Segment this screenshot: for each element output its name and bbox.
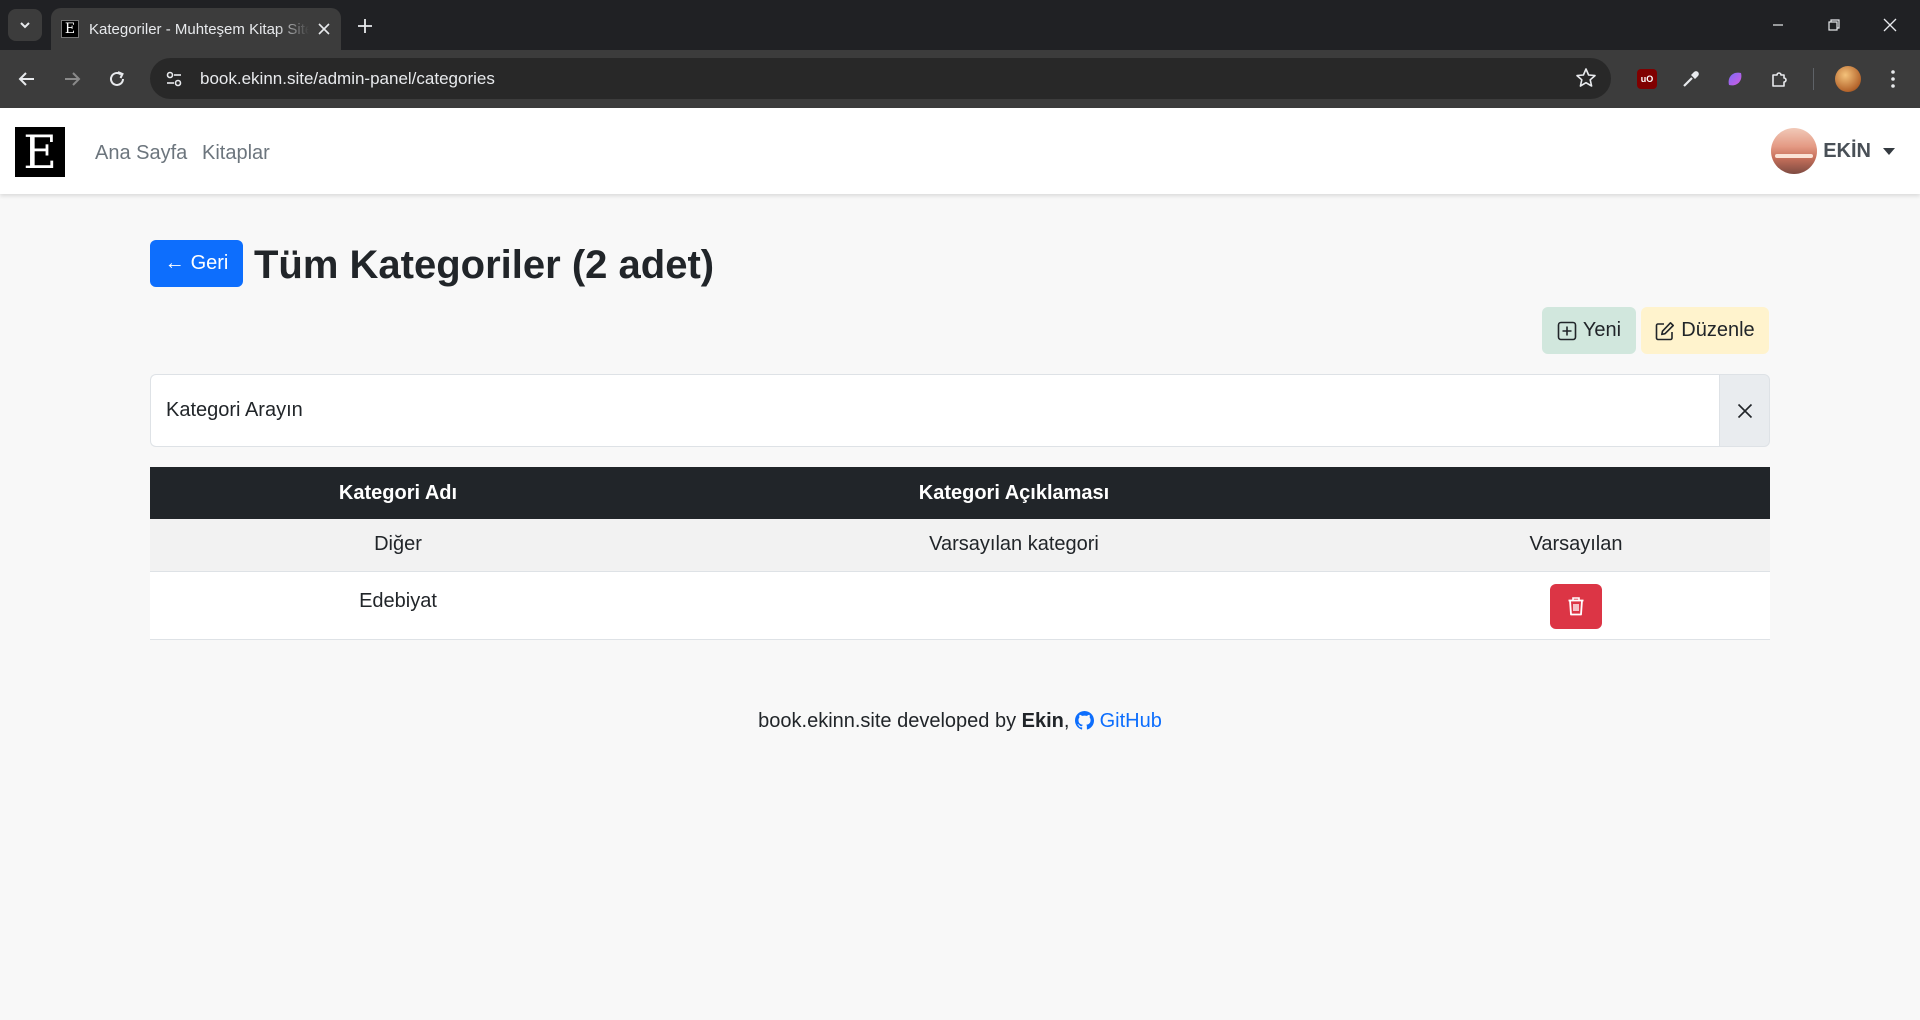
- star-icon[interactable]: [1575, 67, 1597, 89]
- address-bar[interactable]: book.ekinn.site/admin-panel/categories: [150, 58, 1611, 99]
- search-input[interactable]: [150, 374, 1719, 447]
- search-clear-button[interactable]: [1719, 374, 1770, 447]
- restore-button[interactable]: [1806, 0, 1862, 50]
- chevron-down-icon: [20, 22, 30, 29]
- toolbar-separator: [1813, 68, 1814, 90]
- restore-icon: [1828, 19, 1840, 31]
- footer-author: Ekin: [1021, 710, 1064, 732]
- footer-text: book.ekinn.site developed by: [758, 710, 1022, 732]
- plus-square-icon: [1557, 321, 1577, 340]
- user-menu-toggle[interactable]: EKİN: [1771, 128, 1895, 174]
- column-header-name: Kategori Adı: [150, 467, 646, 519]
- browser-menu-button[interactable]: [1878, 64, 1908, 94]
- more-vertical-icon: [1891, 70, 1895, 88]
- back-nav-button[interactable]: [11, 63, 43, 95]
- edit-button-label: Düzenle: [1681, 319, 1755, 341]
- close-icon[interactable]: [317, 22, 331, 36]
- category-name-cell: Edebiyat: [150, 571, 646, 640]
- nav-link-books[interactable]: Kitaplar: [202, 142, 270, 165]
- search-group: [150, 374, 1770, 447]
- minimize-button[interactable]: [1750, 0, 1806, 50]
- close-window-button[interactable]: [1862, 0, 1918, 50]
- site-navbar: E Ana Sayfa Kitaplar EKİN: [0, 108, 1920, 194]
- category-name-cell: Diğer: [150, 519, 646, 572]
- puzzle-icon[interactable]: [1764, 64, 1794, 94]
- forward-nav-button[interactable]: [56, 63, 88, 95]
- default-label: Varsayılan: [1382, 519, 1770, 572]
- column-header-actions: [1382, 467, 1770, 519]
- browser-toolbar: book.ekinn.site/admin-panel/categories u…: [0, 50, 1920, 108]
- reload-button[interactable]: [101, 63, 133, 95]
- table-header-row: Kategori Adı Kategori Açıklaması: [150, 467, 1770, 519]
- edit-categories-button[interactable]: Düzenle: [1641, 307, 1769, 354]
- arrow-right-icon: [65, 72, 81, 86]
- reload-icon: [110, 71, 124, 86]
- edit-icon: [1655, 321, 1675, 340]
- close-icon: [1883, 18, 1897, 32]
- trash-icon: [1568, 597, 1584, 616]
- user-name: EKİN: [1823, 139, 1871, 162]
- github-link-label: GitHub: [1099, 710, 1162, 732]
- arrow-left-icon: ←: [164, 252, 185, 274]
- tab-search-button[interactable]: [8, 9, 42, 41]
- close-icon: [1737, 403, 1752, 418]
- site-favicon-icon: E: [61, 20, 79, 38]
- site-info-button[interactable]: [156, 61, 192, 97]
- plus-icon: [358, 19, 372, 33]
- actions-cell: [1382, 571, 1770, 640]
- page-title: Tüm Kategoriler (2 adet): [254, 243, 715, 287]
- ublock-origin-icon[interactable]: uO: [1632, 64, 1662, 94]
- category-description-cell: [646, 571, 1382, 640]
- tab-title: Kategoriler - Muhteşem Kitap Sitesi: [89, 20, 309, 38]
- back-button[interactable]: ← Geri: [150, 240, 243, 287]
- avatar: [1771, 128, 1818, 174]
- back-button-label: Geri: [190, 252, 229, 274]
- github-icon: [1075, 711, 1095, 730]
- category-description-cell: Varsayılan kategori: [646, 519, 1382, 572]
- delete-button[interactable]: [1550, 583, 1602, 629]
- arrow-left-icon: [18, 72, 34, 86]
- brand-logo[interactable]: E: [15, 127, 65, 177]
- ai-assistant-icon[interactable]: [1720, 64, 1750, 94]
- profile-avatar: [1835, 66, 1861, 92]
- url-text: book.ekinn.site/admin-panel/categories: [200, 68, 495, 88]
- categories-table: Kategori Adı Kategori Açıklaması Diğer V…: [150, 467, 1770, 640]
- column-header-description: Kategori Açıklaması: [646, 467, 1382, 519]
- minimize-icon: [1773, 24, 1783, 26]
- table-row: Edebiyat: [150, 571, 1770, 640]
- github-link[interactable]: GitHub: [1075, 710, 1162, 732]
- new-category-button[interactable]: Yeni: [1542, 307, 1636, 354]
- eyedropper-icon[interactable]: [1676, 64, 1706, 94]
- nav-link-home[interactable]: Ana Sayfa: [95, 142, 187, 165]
- caret-down-icon: [1883, 147, 1895, 155]
- new-tab-button[interactable]: [350, 11, 380, 41]
- footer-comma: ,: [1063, 710, 1070, 732]
- browser-tabstrip: E Kategoriler - Muhteşem Kitap Sitesi: [0, 0, 1920, 50]
- new-button-label: Yeni: [1582, 319, 1622, 341]
- table-row: Diğer Varsayılan kategori Varsayılan: [150, 519, 1770, 572]
- tune-icon: [166, 71, 182, 86]
- profile-button[interactable]: [1833, 64, 1863, 94]
- browser-tab[interactable]: E Kategoriler - Muhteşem Kitap Sitesi: [51, 8, 341, 50]
- site-footer: book.ekinn.site developed by Ekin, GitHu…: [0, 710, 1920, 733]
